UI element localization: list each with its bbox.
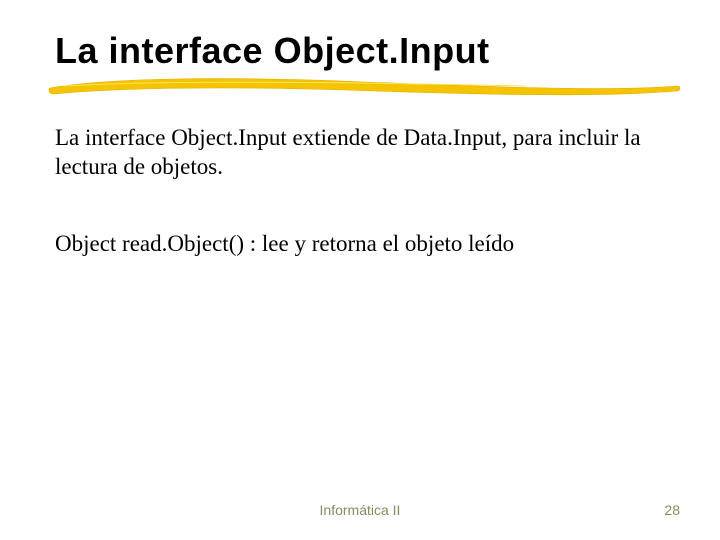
paragraph-1: La interface Object.Input extiende de Da… bbox=[55, 124, 665, 182]
title-underline bbox=[55, 78, 665, 102]
slide-title: La interface Object.Input bbox=[55, 30, 665, 72]
page-number: 28 bbox=[664, 502, 680, 518]
paragraph-2: Object read.Object() : lee y retorna el … bbox=[55, 230, 665, 259]
footer-course-name: Informática II bbox=[0, 502, 720, 518]
slide: La interface Object.Input La interface O… bbox=[0, 0, 720, 540]
brush-stroke-icon bbox=[45, 72, 685, 100]
